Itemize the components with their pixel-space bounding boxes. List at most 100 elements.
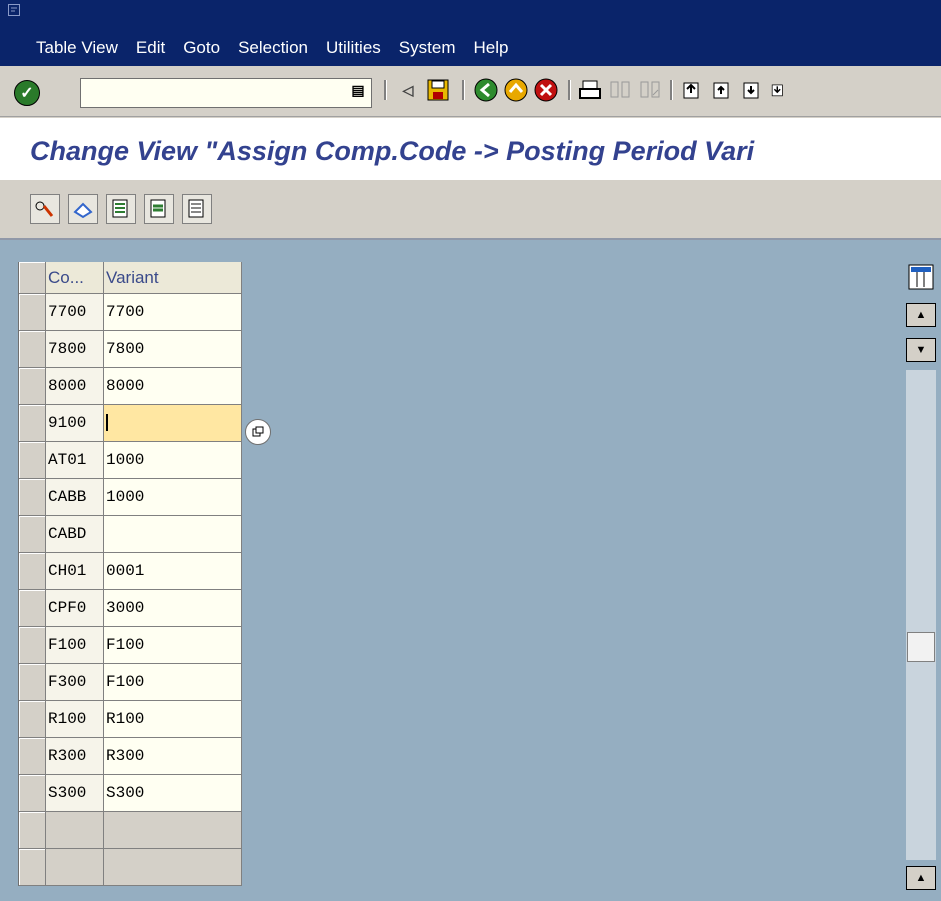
menu-system[interactable]: System bbox=[399, 38, 456, 58]
page-title: Change View "Assign Comp.Code -> Posting… bbox=[30, 136, 755, 166]
menu-goto[interactable]: Goto bbox=[183, 38, 220, 58]
table-header: Co... Variant bbox=[19, 262, 245, 294]
cell-company-code: F100 bbox=[46, 627, 104, 664]
value-help-icon[interactable] bbox=[245, 419, 271, 445]
cell-company-code: R100 bbox=[46, 701, 104, 738]
menu-edit[interactable]: Edit bbox=[136, 38, 165, 58]
row-selector[interactable] bbox=[19, 590, 46, 627]
menu-table-view[interactable]: Table View bbox=[36, 38, 118, 58]
cell-variant[interactable]: 1000 bbox=[104, 442, 242, 479]
cell-variant[interactable]: 0001 bbox=[104, 553, 242, 590]
cancel-icon[interactable] bbox=[534, 78, 558, 102]
check-icon[interactable]: ✓ bbox=[14, 80, 40, 106]
menu-selection[interactable]: Selection bbox=[238, 38, 308, 58]
cell-variant[interactable]: R100 bbox=[104, 701, 242, 738]
cell-company-code: 7800 bbox=[46, 331, 104, 368]
table-row: R100 R100 bbox=[19, 701, 245, 738]
cell-variant[interactable]: 7700 bbox=[104, 294, 242, 331]
table-row: AT01 1000 bbox=[19, 442, 245, 479]
scroll-up-button[interactable]: ▲ bbox=[906, 303, 936, 327]
row-selector[interactable] bbox=[19, 775, 46, 812]
cell-variant-focused[interactable] bbox=[104, 405, 242, 442]
cell-company-code: CABD bbox=[46, 516, 104, 553]
header-variant[interactable]: Variant bbox=[104, 262, 242, 294]
table-row: S300 S300 bbox=[19, 775, 245, 812]
cell-variant[interactable]: 1000 bbox=[104, 479, 242, 516]
deselect-all-icon[interactable] bbox=[182, 194, 212, 224]
cell-variant[interactable]: R300 bbox=[104, 738, 242, 775]
find-icon[interactable] bbox=[608, 78, 632, 102]
undo-icon[interactable] bbox=[68, 194, 98, 224]
last-page-icon[interactable] bbox=[770, 78, 786, 102]
row-selector[interactable] bbox=[19, 664, 46, 701]
scroll-down-button[interactable]: ▼ bbox=[906, 338, 936, 362]
scroll-up-bottom-button[interactable]: ▲ bbox=[906, 866, 936, 890]
table-row: CABD bbox=[19, 516, 245, 553]
table-row: R300 R300 bbox=[19, 738, 245, 775]
table-settings-icon[interactable] bbox=[908, 264, 934, 290]
header-company-code[interactable]: Co... bbox=[46, 262, 104, 294]
cell-company-code: S300 bbox=[46, 775, 104, 812]
table-row: CPF0 3000 bbox=[19, 590, 245, 627]
table-row: 9100 bbox=[19, 405, 245, 442]
row-selector[interactable] bbox=[19, 812, 46, 849]
row-selector[interactable] bbox=[19, 849, 46, 886]
history-icon[interactable]: ▤ bbox=[346, 78, 370, 102]
table-row: 8000 8000 bbox=[19, 368, 245, 405]
find-next-icon[interactable] bbox=[638, 78, 662, 102]
cell-variant[interactable]: F100 bbox=[104, 664, 242, 701]
save-icon[interactable] bbox=[426, 78, 450, 102]
menu-utilities[interactable]: Utilities bbox=[326, 38, 381, 58]
command-field[interactable] bbox=[80, 78, 372, 108]
select-all-icon[interactable] bbox=[106, 194, 136, 224]
text-cursor bbox=[106, 414, 108, 431]
cell-company-code: R300 bbox=[46, 738, 104, 775]
next-page-icon[interactable] bbox=[740, 78, 764, 102]
scrollbar-thumb[interactable] bbox=[907, 632, 935, 662]
select-all-rows-button[interactable] bbox=[19, 262, 46, 294]
menu-help[interactable]: Help bbox=[473, 38, 508, 58]
application-toolbar bbox=[0, 180, 941, 240]
cell-company-code: CABB bbox=[46, 479, 104, 516]
cell-company-code: CPF0 bbox=[46, 590, 104, 627]
row-selector[interactable] bbox=[19, 738, 46, 775]
standard-toolbar: ✓ ▤ ◁ bbox=[0, 66, 941, 117]
table-control: Co... Variant 7700 7700 7800 7800 8000 8000… bbox=[18, 262, 245, 886]
row-selector[interactable] bbox=[19, 701, 46, 738]
cell-variant[interactable] bbox=[104, 516, 242, 553]
row-selector[interactable] bbox=[19, 516, 46, 553]
back-icon[interactable] bbox=[474, 78, 498, 102]
exit-icon[interactable] bbox=[504, 78, 528, 102]
cell-variant bbox=[104, 849, 242, 886]
screen-title-bar: Change View "Assign Comp.Code -> Posting… bbox=[0, 118, 941, 180]
cell-variant bbox=[104, 812, 242, 849]
back-triangle-icon[interactable]: ◁ bbox=[396, 78, 420, 102]
edit-glasses-icon[interactable] bbox=[30, 194, 60, 224]
system-menu-icon[interactable] bbox=[8, 4, 20, 16]
row-selector[interactable] bbox=[19, 368, 46, 405]
row-selector[interactable] bbox=[19, 627, 46, 664]
row-selector[interactable] bbox=[19, 553, 46, 590]
row-selector[interactable] bbox=[19, 294, 46, 331]
table-row-empty bbox=[19, 849, 245, 886]
cell-variant[interactable]: S300 bbox=[104, 775, 242, 812]
row-selector[interactable] bbox=[19, 405, 46, 442]
row-selector[interactable] bbox=[19, 331, 46, 368]
row-selector[interactable] bbox=[19, 479, 46, 516]
cell-variant[interactable]: 3000 bbox=[104, 590, 242, 627]
prev-page-icon[interactable] bbox=[710, 78, 734, 102]
cell-variant[interactable]: 8000 bbox=[104, 368, 242, 405]
cell-company-code: CH01 bbox=[46, 553, 104, 590]
vertical-scrollbar-track[interactable] bbox=[906, 370, 936, 860]
row-selector[interactable] bbox=[19, 442, 46, 479]
cell-variant[interactable]: 7800 bbox=[104, 331, 242, 368]
table-row: F100 F100 bbox=[19, 627, 245, 664]
first-page-icon[interactable] bbox=[680, 78, 704, 102]
cell-company-code: AT01 bbox=[46, 442, 104, 479]
select-block-icon[interactable] bbox=[144, 194, 174, 224]
print-icon[interactable] bbox=[578, 78, 602, 102]
cell-variant[interactable]: F100 bbox=[104, 627, 242, 664]
menu-bar: Table View Edit Goto Selection Utilities… bbox=[0, 0, 941, 66]
cell-company-code bbox=[46, 849, 104, 886]
cell-company-code: 7700 bbox=[46, 294, 104, 331]
